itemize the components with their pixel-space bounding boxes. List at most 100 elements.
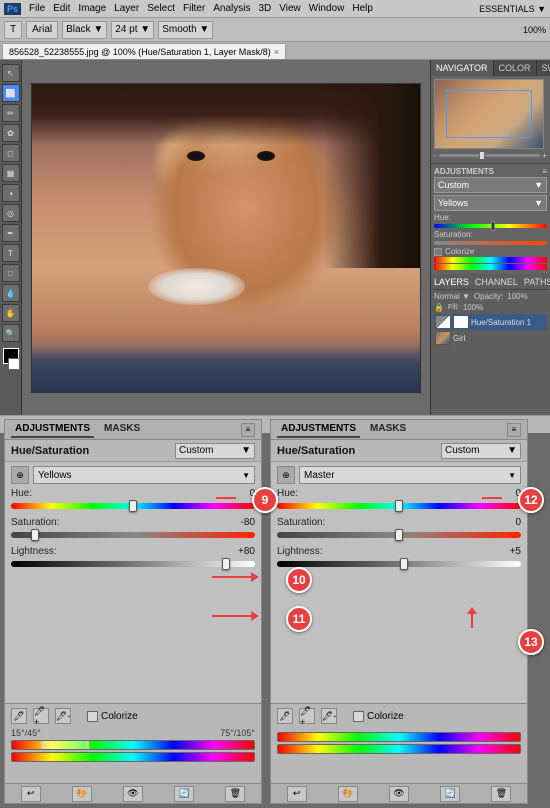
layers-tab[interactable]: LAYERS: [434, 277, 469, 287]
nav-zoom-slider[interactable]: [439, 154, 541, 157]
left-channel-dropdown[interactable]: Yellows ▼: [33, 466, 255, 484]
right-colorize-checkbox[interactable]: [353, 711, 364, 722]
nav-zoom-in-icon[interactable]: +: [542, 151, 547, 160]
color-tab[interactable]: COLOR: [494, 60, 537, 76]
essentials-btn[interactable]: ESSENTIALS ▼: [479, 4, 546, 14]
left-action-btn5[interactable]: 🗑: [225, 786, 245, 802]
selection-tool[interactable]: ↖: [2, 64, 20, 82]
right-action-btn1[interactable]: ↩: [287, 786, 307, 802]
left-color-range-bar1[interactable]: [11, 740, 255, 750]
menu-layer[interactable]: Layer: [114, 3, 139, 14]
left-adj-preset-dropdown[interactable]: Custom ▼: [175, 443, 255, 459]
right-action-btn3[interactable]: 👁: [389, 786, 409, 802]
tab-close-btn[interactable]: ×: [274, 47, 279, 57]
left-adj-tab-adjustments[interactable]: ADJUSTMENTS: [11, 421, 94, 438]
right-light-thumb[interactable]: [400, 558, 408, 570]
left-adj-menu-btn[interactable]: ≡: [241, 423, 255, 437]
dodge-tool[interactable]: ◎: [2, 204, 20, 222]
right-sat-value[interactable]: 0: [493, 517, 521, 528]
left-action-btn3[interactable]: 👁: [123, 786, 143, 802]
left-adj-tab-masks[interactable]: MASKS: [100, 421, 144, 438]
left-colorize-checkbox[interactable]: [87, 711, 98, 722]
swatches-tab[interactable]: SWATC: [537, 60, 550, 76]
right-sat-track[interactable]: [277, 532, 521, 538]
brush-tool[interactable]: ✏: [2, 104, 20, 122]
left-action-btn1[interactable]: ↩: [21, 786, 41, 802]
menu-view[interactable]: View: [279, 3, 301, 14]
mini-colorize-checkbox[interactable]: [434, 248, 442, 256]
menu-image[interactable]: Image: [78, 3, 106, 14]
left-action-btn4[interactable]: 🔄: [174, 786, 194, 802]
font-color[interactable]: Black ▼: [62, 21, 107, 39]
mini-adj-menu[interactable]: ≡: [542, 167, 547, 176]
hand-tool[interactable]: ✋: [2, 304, 20, 322]
layer-hue-sat[interactable]: Hue/Saturation 1: [434, 314, 547, 330]
right-sat-thumb[interactable]: [395, 529, 403, 541]
crop-tool[interactable]: ⬜: [2, 84, 20, 102]
pen-tool[interactable]: ✒: [2, 224, 20, 242]
nav-zoom-thumb[interactable]: [479, 151, 485, 160]
document-tab[interactable]: 856528_52238555.jpg @ 100% (Hue/Saturati…: [2, 43, 286, 59]
menu-filter[interactable]: Filter: [183, 3, 205, 14]
mini-channel-dropdown[interactable]: Yellows ▼: [434, 195, 547, 211]
anti-alias[interactable]: Smooth ▼: [158, 21, 213, 39]
clone-tool[interactable]: ✿: [2, 124, 20, 142]
right-eyedrop-btn2[interactable]: 🖊+: [299, 708, 315, 724]
menu-window[interactable]: Window: [309, 3, 345, 14]
left-eyedrop-btn1[interactable]: 🖊: [11, 708, 27, 724]
right-hue-track[interactable]: [277, 503, 521, 509]
left-eyedrop-btn3[interactable]: 🖊-: [55, 708, 71, 724]
right-channel-dropdown[interactable]: Master ▼: [299, 466, 521, 484]
menu-edit[interactable]: Edit: [53, 3, 70, 14]
right-color-range-bar1[interactable]: [277, 732, 521, 742]
right-action-btn2[interactable]: 🎨: [338, 786, 358, 802]
right-light-value[interactable]: +5: [493, 546, 521, 557]
menu-analysis[interactable]: Analysis: [213, 3, 250, 14]
nav-box[interactable]: [446, 90, 532, 138]
gradient-tool[interactable]: ▦: [2, 164, 20, 182]
left-sat-value[interactable]: -80: [227, 517, 255, 528]
mini-sat-track[interactable]: [434, 241, 547, 245]
left-action-btn2[interactable]: 🎨: [72, 786, 92, 802]
font-selector[interactable]: Arial: [26, 21, 58, 39]
paths-tab[interactable]: PATHS: [524, 277, 550, 287]
blur-tool[interactable]: ◑: [2, 184, 20, 202]
menu-file[interactable]: File: [29, 3, 45, 14]
right-action-btn4[interactable]: 🔄: [440, 786, 460, 802]
left-sat-thumb[interactable]: [31, 529, 39, 541]
menu-3d[interactable]: 3D: [258, 3, 271, 14]
fill-value[interactable]: 100%: [463, 303, 483, 312]
layer-girl[interactable]: Girl: [434, 330, 547, 346]
eraser-tool[interactable]: ◻: [2, 144, 20, 162]
right-adj-preset-dropdown[interactable]: Custom ▼: [441, 443, 521, 459]
font-size[interactable]: 24 pt ▼: [111, 21, 154, 39]
channels-tab[interactable]: CHANNEL: [475, 277, 518, 287]
nav-zoom-out-icon[interactable]: -: [434, 151, 437, 160]
menu-help[interactable]: Help: [352, 3, 373, 14]
shape-tool[interactable]: □: [2, 264, 20, 282]
right-action-btn5[interactable]: 🗑: [491, 786, 511, 802]
mini-preset-dropdown[interactable]: Custom ▼: [434, 177, 547, 193]
right-hue-thumb[interactable]: [395, 500, 403, 512]
left-sat-track[interactable]: [11, 532, 255, 538]
right-adj-tab-adjustments[interactable]: ADJUSTMENTS: [277, 421, 360, 438]
mini-hue-track[interactable]: [434, 224, 547, 228]
mini-hue-thumb[interactable]: [491, 221, 495, 231]
right-adj-menu-btn[interactable]: ≡: [507, 423, 521, 437]
zoom-tool[interactable]: 🔍: [2, 324, 20, 342]
right-adj-tab-masks[interactable]: MASKS: [366, 421, 410, 438]
text-tool[interactable]: T: [2, 244, 20, 262]
left-hue-track[interactable]: [11, 503, 255, 509]
opacity-value[interactable]: 100%: [507, 292, 527, 301]
left-light-thumb[interactable]: [222, 558, 230, 570]
eyedrop-tool[interactable]: 💧: [2, 284, 20, 302]
right-light-track[interactable]: [277, 561, 521, 567]
left-eyedrop-btn2[interactable]: 🖊+: [33, 708, 49, 724]
left-light-track[interactable]: [11, 561, 255, 567]
menu-select[interactable]: Select: [147, 3, 175, 14]
right-eyedrop-btn1[interactable]: 🖊: [277, 708, 293, 724]
background-color[interactable]: [8, 358, 20, 370]
layers-blendmode[interactable]: Normal ▼: [434, 292, 470, 301]
left-light-value[interactable]: +80: [227, 546, 255, 557]
left-hue-thumb[interactable]: [129, 500, 137, 512]
